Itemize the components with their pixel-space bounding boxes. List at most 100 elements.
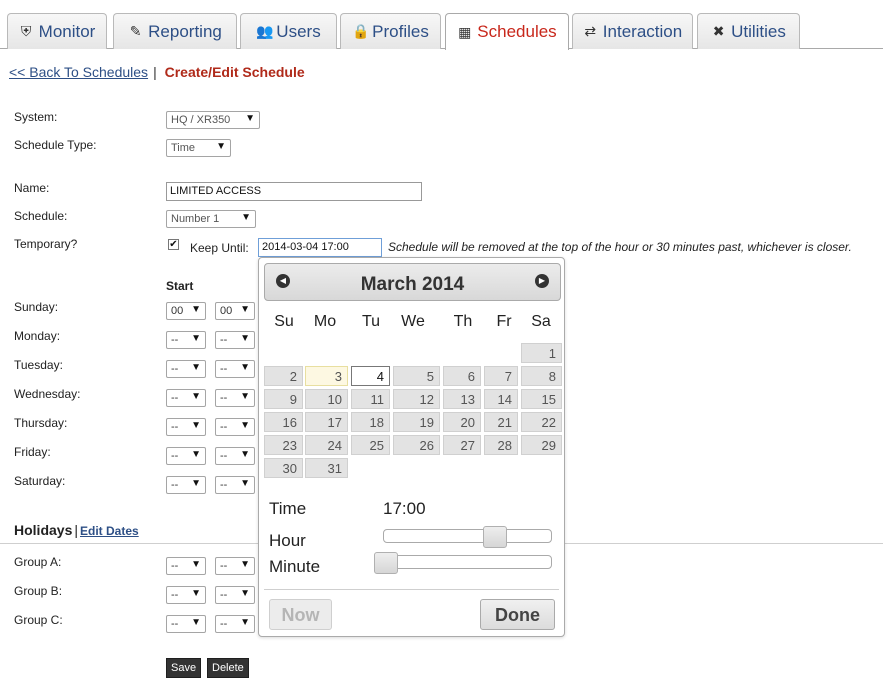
tab-profiles[interactable]: 🔒 Profiles	[340, 13, 441, 49]
name-label: Name:	[14, 181, 50, 195]
calendar-day[interactable]: 26	[393, 435, 440, 455]
holiday-group-minute-select[interactable]: -- ▼	[215, 586, 255, 604]
temporary-checkbox[interactable]: ✔	[168, 239, 179, 250]
calendar-day[interactable]: 28	[484, 435, 518, 455]
weekday-hour-select[interactable]: -- ▼	[166, 418, 206, 436]
weekday-minute-select[interactable]: -- ▼	[215, 389, 255, 407]
calendar-day[interactable]: 2	[264, 366, 303, 386]
back-to-schedules-link[interactable]: << Back To Schedules	[9, 64, 148, 80]
weekday-hour-value: --	[171, 363, 179, 375]
name-input[interactable]: LIMITED ACCESS	[166, 182, 422, 201]
calendar-day[interactable]: 11	[351, 389, 390, 409]
minute-slider-handle[interactable]	[374, 552, 398, 574]
calendar-day[interactable]: 15	[521, 389, 562, 409]
tab-monitor[interactable]: ⛨ Monitor	[7, 13, 107, 49]
calendar-day[interactable]: 17	[305, 412, 348, 432]
delete-button[interactable]: Delete	[207, 658, 249, 678]
calendar-day[interactable]: 24	[305, 435, 348, 455]
holiday-group-minute-value: --	[220, 618, 228, 630]
weekday-hour-select[interactable]: -- ▼	[166, 360, 206, 378]
calendar-day[interactable]: 10	[305, 389, 348, 409]
now-button[interactable]: Now	[269, 599, 332, 630]
holiday-group-minute-value: --	[220, 589, 228, 601]
weekday-header-cell: Mo	[313, 313, 337, 330]
calendar-day[interactable]: 23	[264, 435, 303, 455]
keep-until-input[interactable]: 2014-03-04 17:00	[258, 238, 382, 257]
schedule-number-select[interactable]: Number 1 ▼	[166, 210, 256, 228]
weekday-hour-select[interactable]: -- ▼	[166, 389, 206, 407]
system-select[interactable]: HQ / XR350 ▼	[166, 111, 260, 129]
calendar-day[interactable]: 3	[305, 366, 348, 386]
calendar-day[interactable]: 13	[443, 389, 481, 409]
schedule-type-label: Schedule Type:	[14, 138, 97, 152]
tab-utilities[interactable]: ✖ Utilities	[697, 13, 800, 49]
done-button[interactable]: Done	[480, 599, 555, 630]
edit-dates-link[interactable]: Edit Dates	[80, 524, 139, 538]
calendar-icon: ▦	[458, 23, 472, 40]
calendar-day[interactable]: 29	[521, 435, 562, 455]
shield-icon: ⛨	[20, 23, 32, 39]
tab-reporting[interactable]: ✎ Reporting	[113, 13, 237, 49]
weekday-label: Monday:	[14, 329, 61, 343]
calendar-day[interactable]: 16	[264, 412, 303, 432]
calendar-day[interactable]: 19	[393, 412, 440, 432]
calendar-day[interactable]: 12	[393, 389, 440, 409]
calendar-day[interactable]: 7	[484, 366, 518, 386]
weekday-header-cell: Su	[274, 313, 294, 330]
calendar-day[interactable]: 1	[521, 343, 562, 363]
tab-bar: ⛨ Monitor ✎ Reporting 👥 Users 🔒 Profiles ▦ Schedu…	[0, 0, 883, 50]
calendar-day[interactable]: 30	[264, 458, 303, 478]
tab-users[interactable]: 👥 Users	[240, 13, 337, 49]
chevron-down-icon: ▼	[191, 478, 201, 489]
holiday-group-hour-select[interactable]: -- ▼	[166, 586, 206, 604]
calendar-day[interactable]: 18	[351, 412, 390, 432]
calendar-day[interactable]: 8	[521, 366, 562, 386]
lock-icon: 🔒	[352, 23, 370, 39]
weekday-minute-select[interactable]: -- ▼	[215, 476, 255, 494]
holiday-group-minute-select[interactable]: -- ▼	[215, 557, 255, 575]
hour-slider-handle[interactable]	[483, 526, 508, 548]
holidays-title: Holidays	[14, 522, 73, 538]
temporary-label: Temporary?	[14, 237, 78, 251]
hour-slider[interactable]	[383, 526, 552, 548]
weekday-hour-select[interactable]: -- ▼	[166, 331, 206, 349]
tools-icon: ✖	[712, 23, 725, 39]
calendar-day[interactable]: 6	[443, 366, 481, 386]
calendar-day[interactable]: 4	[351, 366, 390, 386]
chevron-down-icon: ▼	[191, 617, 201, 628]
calendar-day[interactable]: 22	[521, 412, 562, 432]
weekday-hour-select[interactable]: -- ▼	[166, 447, 206, 465]
calendar-day[interactable]: 27	[443, 435, 481, 455]
holiday-group-hour-select[interactable]: -- ▼	[166, 557, 206, 575]
weekday-minute-select[interactable]: -- ▼	[215, 331, 255, 349]
holiday-group-minute-select[interactable]: -- ▼	[215, 615, 255, 633]
tab-schedules[interactable]: ▦ Schedules	[445, 13, 569, 50]
weekday-minute-select[interactable]: -- ▼	[215, 418, 255, 436]
calendar-day[interactable]: 20	[443, 412, 481, 432]
weekday-hour-select[interactable]: 00 ▼	[166, 302, 206, 320]
weekday-hour-select[interactable]: -- ▼	[166, 476, 206, 494]
datepicker-header: ◀ March 2014 ▶	[264, 263, 561, 301]
calendar-day[interactable]: 14	[484, 389, 518, 409]
tab-interaction[interactable]: ⇄ Interaction	[572, 13, 693, 49]
users-icon: 👥	[256, 23, 274, 39]
keep-until-label: Keep Until:	[190, 241, 249, 255]
calendar-day[interactable]: 9	[264, 389, 303, 409]
calendar-day[interactable]: 21	[484, 412, 518, 432]
calendar-day[interactable]: 5	[393, 366, 440, 386]
minute-slider[interactable]	[374, 552, 552, 574]
holidays-heading: Holidays | Edit Dates	[14, 522, 139, 538]
save-button[interactable]: Save	[166, 658, 202, 678]
calendar-day[interactable]: 25	[351, 435, 390, 455]
holiday-group-hour-select[interactable]: -- ▼	[166, 615, 206, 633]
weekday-minute-select[interactable]: -- ▼	[215, 447, 255, 465]
tab-label: Profiles	[372, 21, 429, 41]
schedule-type-select[interactable]: Time ▼	[166, 139, 231, 157]
weekday-minute-select[interactable]: 00 ▼	[215, 302, 255, 320]
calendar-day[interactable]: 31	[305, 458, 348, 478]
weekday-header-cell: Fr	[496, 313, 512, 330]
weekday-minute-select[interactable]: -- ▼	[215, 360, 255, 378]
next-month-button[interactable]: ▶	[535, 274, 549, 288]
weekday-minute-value: --	[220, 421, 228, 433]
minute-label: Minute	[269, 557, 321, 576]
